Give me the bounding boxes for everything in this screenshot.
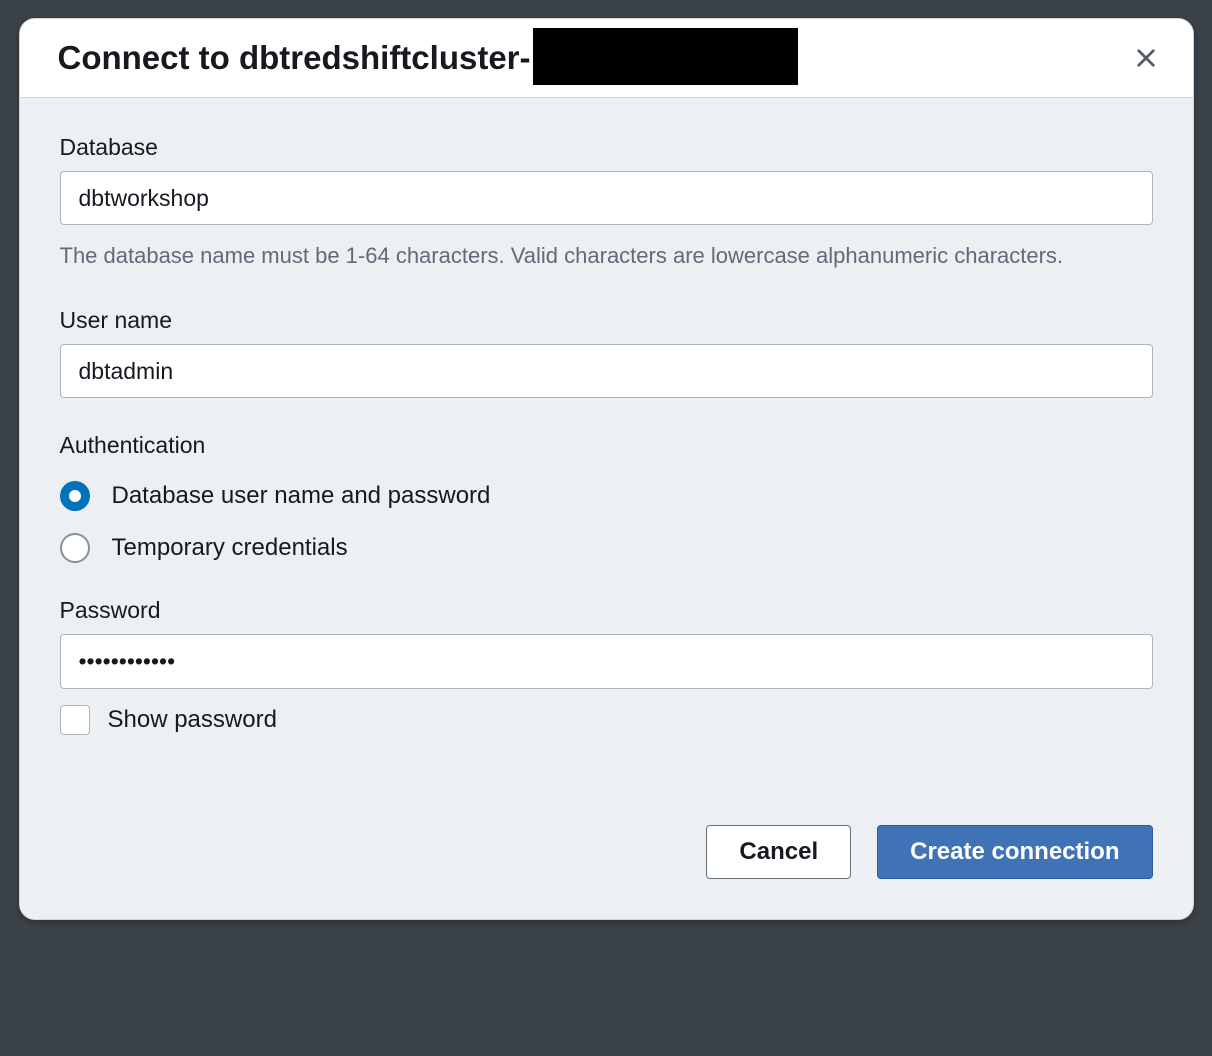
show-password-toggle[interactable]: Show password	[60, 705, 1153, 735]
username-field-group: User name	[60, 307, 1153, 398]
modal-footer: Cancel Create connection	[60, 825, 1153, 880]
database-help-text: The database name must be 1-64 character…	[60, 239, 1153, 273]
database-label: Database	[60, 134, 1153, 161]
radio-label-db-user-pass: Database user name and password	[112, 482, 491, 510]
radio-db-user-pass[interactable]: Database user name and password	[60, 481, 1153, 511]
close-button[interactable]	[1129, 41, 1163, 75]
checkbox-icon	[60, 705, 90, 735]
radio-temp-creds[interactable]: Temporary credentials	[60, 533, 1153, 563]
authentication-options: Database user name and password Temporar…	[60, 481, 1153, 563]
redacted-block	[533, 28, 798, 85]
database-field-group: Database The database name must be 1-64 …	[60, 134, 1153, 273]
radio-icon	[60, 533, 90, 563]
password-input[interactable]	[60, 634, 1153, 688]
database-input[interactable]	[60, 171, 1153, 225]
cancel-button[interactable]: Cancel	[706, 825, 851, 880]
modal-header: Connect to dbtredshiftcluster-	[20, 19, 1193, 98]
modal-title: Connect to dbtredshiftcluster-	[58, 39, 798, 77]
connect-cluster-modal: Connect to dbtredshiftcluster- Database …	[19, 18, 1194, 920]
modal-title-text: Connect to dbtredshiftcluster-	[58, 39, 531, 77]
modal-body: Database The database name must be 1-64 …	[20, 98, 1193, 919]
close-icon	[1135, 47, 1157, 69]
username-input[interactable]	[60, 344, 1153, 398]
username-label: User name	[60, 307, 1153, 334]
show-password-label: Show password	[108, 706, 277, 734]
create-connection-button[interactable]: Create connection	[877, 825, 1152, 880]
authentication-field-group: Authentication Database user name and pa…	[60, 432, 1153, 563]
radio-label-temp-creds: Temporary credentials	[112, 534, 348, 562]
radio-icon	[60, 481, 90, 511]
authentication-label: Authentication	[60, 432, 1153, 459]
password-label: Password	[60, 597, 1153, 624]
password-field-group: Password Show password	[60, 597, 1153, 734]
